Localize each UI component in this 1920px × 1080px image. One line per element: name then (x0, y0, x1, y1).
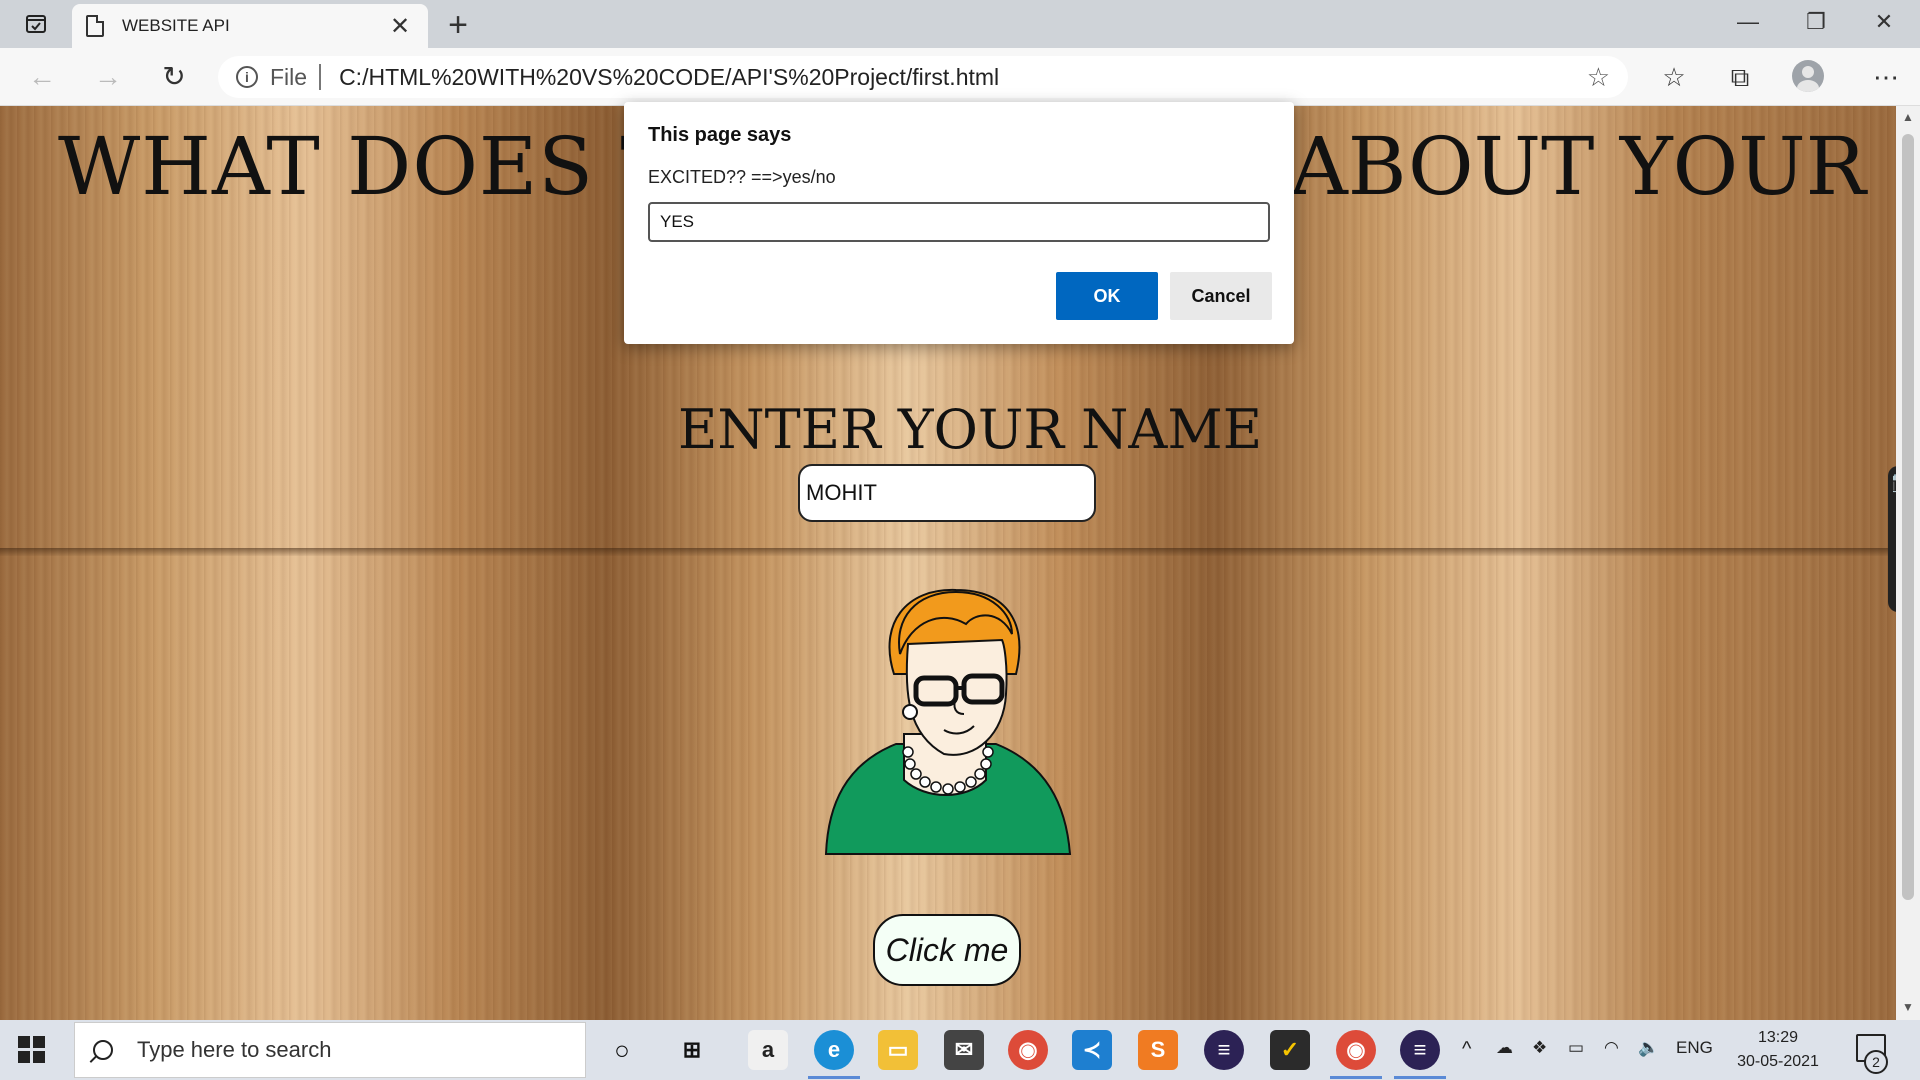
scroll-up-icon[interactable]: ▲ (1900, 110, 1916, 126)
click-me-button[interactable]: Click me (873, 914, 1021, 986)
address-bar[interactable]: i File C:/HTML%20WITH%20VS%20CODE/API'S%… (218, 56, 1628, 98)
browser-toolbar: ← → ↻ i File C:/HTML%20WITH%20VS%20CODE/… (0, 48, 1920, 106)
windows-start-icon[interactable] (18, 1036, 46, 1064)
onedrive-icon[interactable]: ☁ (1496, 1038, 1513, 1058)
new-tab-button[interactable]: + (440, 6, 476, 45)
close-tab-icon[interactable]: ✕ (386, 12, 414, 41)
scroll-down-icon[interactable]: ▼ (1900, 1000, 1916, 1016)
dropbox-icon[interactable]: ❖ (1532, 1038, 1547, 1058)
vertical-scrollbar[interactable]: ▲ ▼ (1896, 106, 1920, 1020)
clock-time: 13:29 (1757, 1029, 1799, 1046)
chrome-icon[interactable]: ◉ (1008, 1030, 1048, 1070)
page-heading-left: WHAT DOES T (58, 120, 675, 213)
tab-bar: WEBSITE API ✕ + — ❐ ✕ (0, 0, 1920, 48)
tasks-icon[interactable]: ✓ (1270, 1030, 1310, 1070)
mail-icon[interactable]: ✉ (944, 1030, 984, 1070)
file-label: File (270, 63, 308, 90)
minimize-icon[interactable]: — (1720, 4, 1776, 40)
dialog-title: This page says (648, 124, 792, 146)
amazon-icon[interactable]: a (748, 1030, 788, 1070)
favorites-icon[interactable]: ☆ (1656, 62, 1692, 94)
tab-actions-button[interactable] (14, 8, 58, 40)
tab-actions-icon (26, 15, 46, 33)
tab-title: WEBSITE API (122, 16, 230, 35)
notification-count-badge: 2 (1864, 1050, 1888, 1074)
clock-date: 30-05-2021 (1737, 1053, 1819, 1070)
ok-button[interactable]: OK (1056, 272, 1158, 320)
cancel-button[interactable]: Cancel (1170, 272, 1272, 320)
clock[interactable]: 13:29 30-05-2021 (1734, 1026, 1822, 1074)
document-icon (86, 15, 104, 37)
taskbar-search-box[interactable]: Type here to search (74, 1022, 586, 1078)
add-favorite-icon[interactable]: ☆ (1587, 62, 1610, 93)
info-icon[interactable]: i (236, 66, 258, 88)
eclipse-active-indicator (1394, 1076, 1446, 1079)
wood-plank-divider (0, 548, 1896, 556)
name-input[interactable] (798, 464, 1096, 522)
browser-tab[interactable]: WEBSITE API ✕ (72, 4, 428, 48)
sublime-text-icon[interactable]: S (1138, 1030, 1178, 1070)
show-hidden-icons-icon[interactable]: ^ (1462, 1038, 1471, 1061)
address-separator (319, 64, 322, 90)
old-lady-character-image (824, 588, 1072, 855)
cortana-icon[interactable]: ○ (602, 1030, 642, 1070)
close-window-icon[interactable]: ✕ (1856, 4, 1912, 40)
chrome-active-indicator (1330, 1076, 1382, 1079)
vscode-icon[interactable]: ≺ (1072, 1030, 1112, 1070)
collections-icon[interactable]: ⧉ (1722, 62, 1758, 94)
url-text[interactable]: C:/HTML%20WITH%20VS%20CODE/API'S%20Proje… (339, 64, 1587, 91)
task-view-icon[interactable]: ⊞ (672, 1030, 712, 1070)
scroll-thumb[interactable] (1902, 134, 1914, 900)
restore-icon[interactable]: ❐ (1788, 4, 1844, 40)
dialog-input[interactable] (648, 202, 1270, 242)
volume-icon[interactable]: 🔈 (1638, 1038, 1659, 1058)
taskbar: Type here to search ○ ⊞ a e ▭ ✉ ◉ ≺ S ≡ … (0, 1020, 1920, 1080)
chrome-profile-icon[interactable]: ◉ (1336, 1030, 1376, 1070)
eclipse-ide-icon[interactable]: ≡ (1400, 1030, 1440, 1070)
forward-icon[interactable]: → (88, 60, 128, 96)
back-icon[interactable]: ← (22, 60, 62, 96)
file-explorer-icon[interactable]: ▭ (878, 1030, 918, 1070)
refresh-icon[interactable]: ↻ (154, 60, 194, 96)
wifi-icon[interactable]: ◠ (1604, 1038, 1619, 1058)
enter-name-label: ENTER YOUR NAME (678, 398, 1263, 461)
eclipse-icon[interactable]: ≡ (1204, 1030, 1244, 1070)
more-options-icon[interactable]: ⋯ (1868, 62, 1904, 94)
search-placeholder: Type here to search (137, 1037, 332, 1062)
edge-active-indicator (808, 1076, 860, 1079)
edge-browser-icon[interactable]: e (814, 1030, 854, 1070)
search-icon (93, 1040, 113, 1060)
page-heading-right: ABOUT YOUR (1290, 120, 1866, 213)
battery-icon[interactable]: ▭ (1568, 1038, 1584, 1058)
profile-avatar[interactable] (1792, 60, 1824, 92)
language-indicator[interactable]: ENG (1676, 1038, 1713, 1058)
prompt-dialog: This page says EXCITED?? ==>yes/no OK Ca… (624, 102, 1294, 344)
dialog-message: EXCITED?? ==>yes/no (648, 167, 836, 187)
